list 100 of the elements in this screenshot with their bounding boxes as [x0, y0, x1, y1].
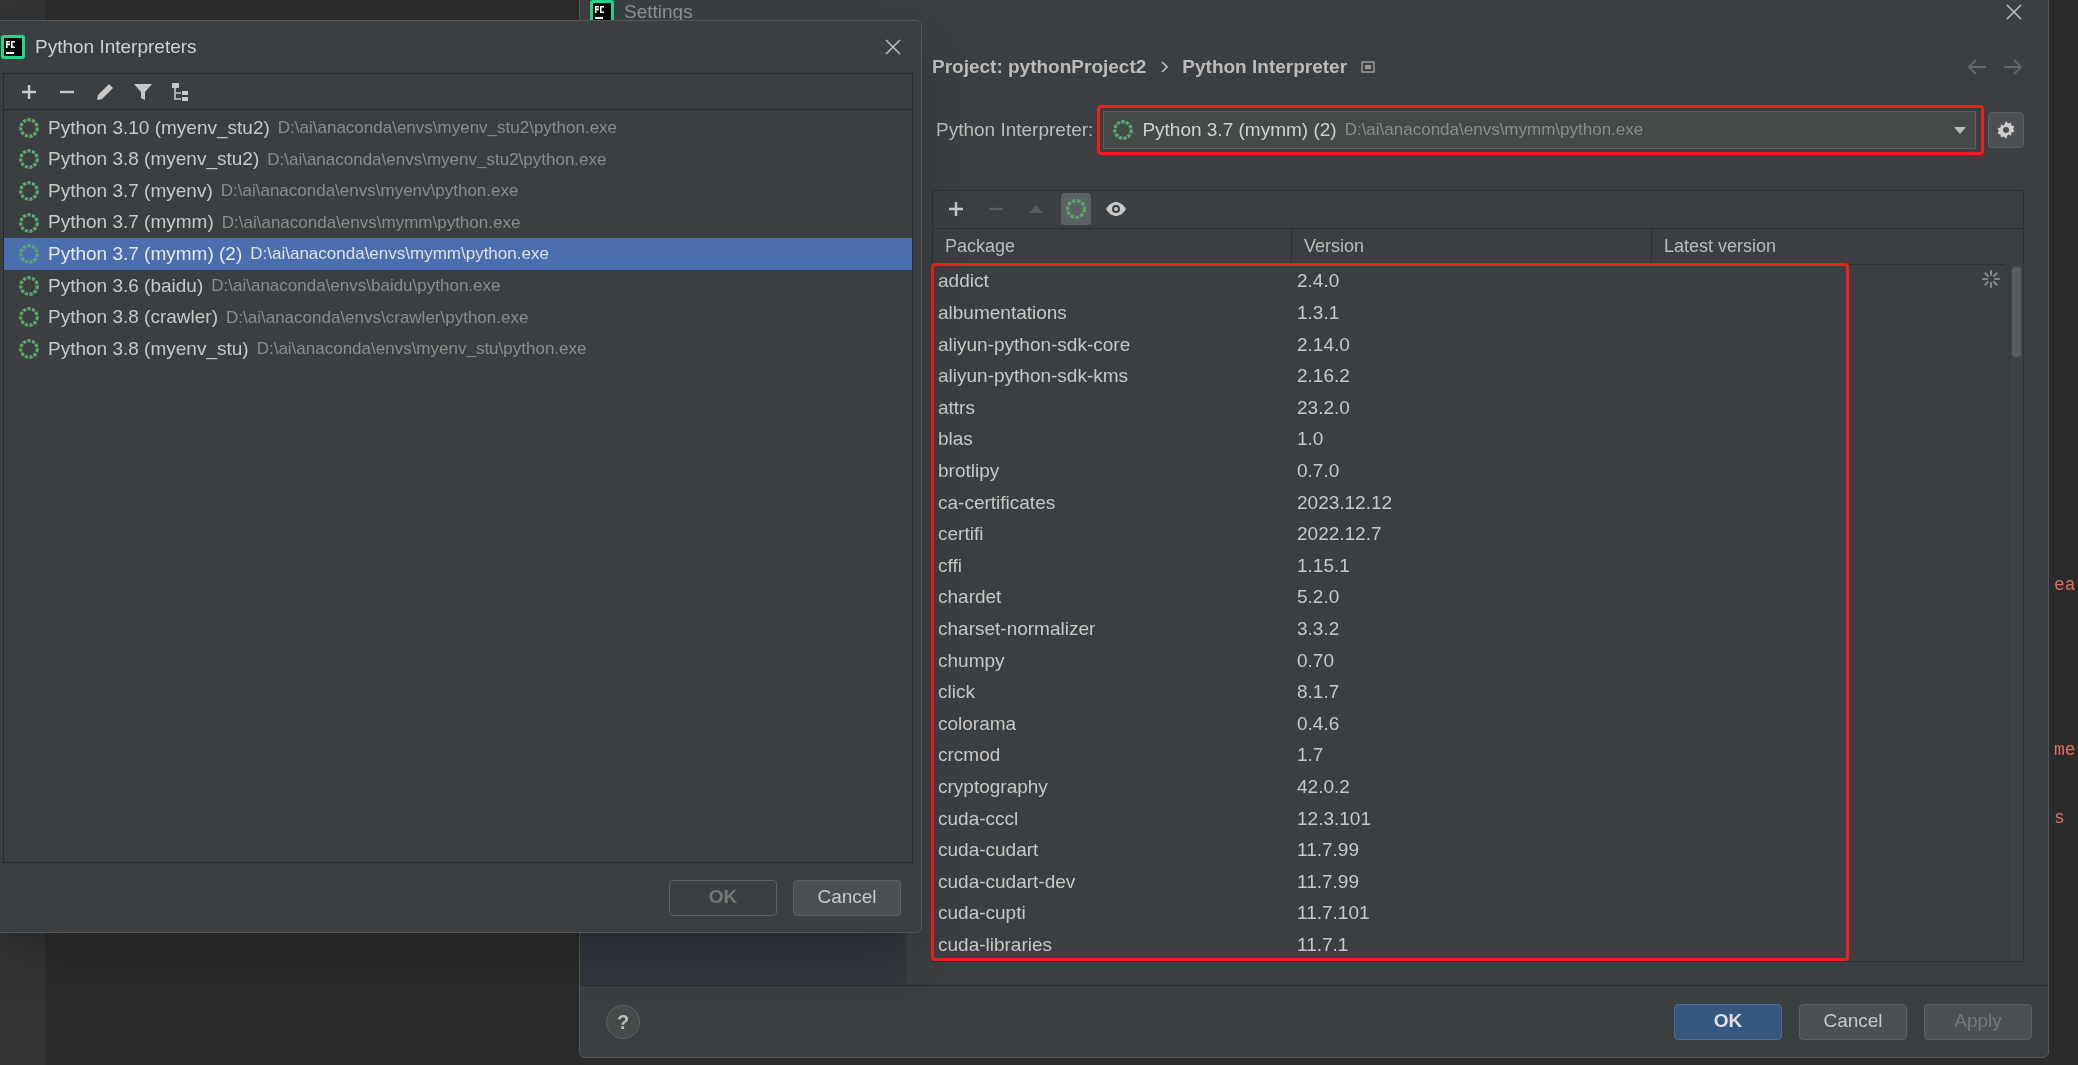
table-cell-text: 42.0.2: [1296, 775, 1351, 799]
interpreter-path: D:\ai\anaconda\envs\mymm\python.exe: [250, 243, 549, 266]
ring-icon[interactable]: [1061, 193, 1091, 226]
interpreter-item[interactable]: Python 3.7 (mymm) (2) D:\ai\anaconda\envs\mymm\python.exe: [4, 238, 912, 270]
table-cell-text: addict: [937, 269, 990, 294]
table-cell-text: attrs: [937, 395, 976, 420]
interpreter-path: D:\ai\anaconda\envs\myenv_stu2\python.exe: [277, 117, 618, 140]
table-cell-text: 11.7.99: [1296, 869, 1360, 894]
code-text: ea: [2054, 574, 2076, 597]
interpreter-dropdown[interactable]: Python 3.7 (mymm) (2) D:\ai\anaconda\envs\mymm\python.exe: [1103, 111, 1976, 149]
settings-button[interactable]: [1988, 112, 2024, 148]
table-cell-text: click: [937, 680, 976, 705]
code-text: s: [2054, 807, 2065, 830]
column-header[interactable]: Version: [1292, 228, 1652, 264]
interpreter-path: D:\ai\anaconda\envs\myenv_stu2\python.exe: [267, 148, 607, 171]
table-cell-text: 1.15.1: [1296, 553, 1351, 578]
table-cell-text: aliyun-python-sdk-kms: [937, 364, 1130, 389]
table-cell-text: crcmod: [937, 743, 1002, 768]
table-cell-text: 2.4.0: [1296, 269, 1341, 294]
dialog-button[interactable]: Cancel: [793, 879, 901, 916]
table-cell-text: cuda-cupti: [937, 901, 1027, 926]
dialog-button[interactable]: Cancel: [1799, 1003, 1907, 1040]
field-label: Python Interpreter:: [936, 117, 1094, 142]
column-header[interactable]: Package: [933, 228, 1292, 264]
table-cell-text: 8.1.7: [1296, 680, 1341, 705]
table-cell-text: albumentations: [937, 301, 1068, 326]
python-ring-icon: [18, 306, 40, 329]
interpreter-path: D:\ai\anaconda\envs\myenv\python.exe: [220, 180, 519, 203]
python-ring-icon: [18, 211, 40, 234]
table-cell-text: 1.7: [1296, 743, 1325, 768]
interpreter-path: D:\ai\anaconda\envs\mymm\python.exe: [221, 211, 521, 234]
interpreter-name: Python 3.8 (myenv_stu): [48, 336, 249, 362]
interpreter-name: Python 3.8 (crawler): [48, 305, 218, 330]
table-cell-text: ca-certificates: [937, 490, 1057, 515]
table-cell-text: 0.7.0: [1296, 459, 1341, 484]
table-cell-text: 3.3.2: [1296, 617, 1341, 641]
scrollbar[interactable]: [2009, 264, 2023, 961]
table-cell-text: brotlipy: [937, 459, 1001, 484]
interpreter-path: D:\ai\anaconda\envs\crawler\python.exe: [226, 306, 529, 329]
table-cell-text: 23.2.0: [1296, 395, 1351, 420]
interpreter-item[interactable]: Python 3.8 (crawler) D:\ai\anaconda\envs\crawler\python.exe: [4, 301, 912, 334]
code-text: me: [2054, 739, 2076, 762]
loading-spinner-icon: [1981, 268, 2001, 289]
table-cell-text: 1.3.1: [1296, 301, 1341, 326]
table-cell-text: 11.7.99: [1296, 838, 1360, 863]
chevron-icon: [1160, 61, 1169, 73]
breadcrumb-link[interactable]: Project: pythonProject2: [932, 52, 1147, 82]
table-cell-text: cuda-cccl: [937, 806, 1020, 831]
table-cell-text: 12.3.101: [1296, 806, 1372, 831]
python-ring-icon: [1112, 119, 1135, 141]
dialog-button[interactable]: OK: [1674, 1003, 1782, 1040]
close-icon[interactable]: [884, 38, 902, 56]
interpreter-item[interactable]: Python 3.8 (myenv_stu) D:\ai\anaconda\envs\myenv_stu\python.exe: [4, 333, 912, 365]
table-cell-text: 2023.12.12: [1296, 490, 1394, 515]
interpreter-item[interactable]: Python 3.8 (myenv_stu2) D:\ai\anaconda\envs\myenv_stu2\python.exe: [4, 143, 912, 176]
table-cell-text: chardet: [937, 585, 1003, 610]
interpreter-item[interactable]: Python 3.10 (myenv_stu2) D:\ai\anaconda\envs\myenv_stu2\python.exe: [4, 112, 912, 144]
scrollbar-thumb[interactable]: [2012, 266, 2021, 357]
interpreter-name: Python 3.7 (mymm) (2): [1142, 117, 1337, 142]
table-cell-text: certifi: [937, 522, 985, 547]
python-ring-icon: [18, 274, 40, 297]
table-cell-text: cryptography: [937, 775, 1049, 799]
interpreter-name: Python 3.7 (mymm): [48, 210, 214, 235]
table-cell-text: 2.14.0: [1296, 332, 1351, 357]
table-cell-text: chumpy: [937, 648, 1006, 673]
window-title: Settings: [624, 0, 693, 24]
app-icon: [1, 35, 25, 59]
dialog-title: Python Interpreters: [35, 34, 197, 59]
interpreter-item[interactable]: Python 3.6 (baidu) D:\ai\anaconda\envs\baidu\python.exe: [4, 269, 912, 302]
interpreter-name: Python 3.10 (myenv_stu2): [48, 115, 270, 141]
table-cell-text: 0.70: [1296, 648, 1335, 673]
interpreter-name: Python 3.7 (mymm) (2): [48, 241, 243, 266]
interpreter-name: Python 3.7 (myenv): [48, 178, 213, 203]
table-cell-text: 2.16.2: [1296, 364, 1351, 389]
column-header[interactable]: Latest version: [1652, 228, 2005, 264]
table-cell-text: cuda-cudart-dev: [937, 869, 1077, 894]
table-cell-text: aliyun-python-sdk-core: [937, 332, 1132, 357]
table-cell-text: cffi: [937, 553, 963, 578]
table-cell-text: blas: [937, 427, 974, 452]
table-cell-text: charset-normalizer: [937, 617, 1097, 641]
table-cell-text: 11.7.101: [1296, 901, 1371, 926]
python-ring-icon: [18, 243, 40, 266]
caret-icon: [1953, 125, 1967, 135]
interpreter-name: Python 3.6 (baidu): [48, 273, 204, 298]
python-ring-icon: [18, 116, 40, 139]
interpreter-name: Python 3.8 (myenv_stu2): [48, 147, 260, 172]
interpreter-item[interactable]: Python 3.7 (mymm) D:\ai\anaconda\envs\mymm\python.exe: [4, 206, 912, 239]
close-icon[interactable]: [2005, 3, 2023, 21]
table-cell-text: cuda-libraries: [937, 932, 1054, 957]
table-cell-text: 11.7.1: [1296, 932, 1350, 957]
python-ring-icon: [18, 180, 40, 202]
table-cell-text: 1.0: [1296, 427, 1325, 452]
table-cell-text: cuda-cudart: [937, 838, 1040, 863]
table-cell-text: 5.2.0: [1296, 585, 1341, 610]
gear-icon[interactable]: [1996, 120, 2016, 140]
interpreter-path: D:\ai\anaconda\envs\myenv_stu\python.exe: [256, 338, 587, 361]
python-ring-icon: [18, 148, 40, 171]
interpreter-item[interactable]: Python 3.7 (myenv) D:\ai\anaconda\envs\myenv\python.exe: [4, 175, 912, 207]
scope-icon: [1361, 61, 1376, 73]
help-button[interactable]: ?: [606, 1004, 640, 1039]
